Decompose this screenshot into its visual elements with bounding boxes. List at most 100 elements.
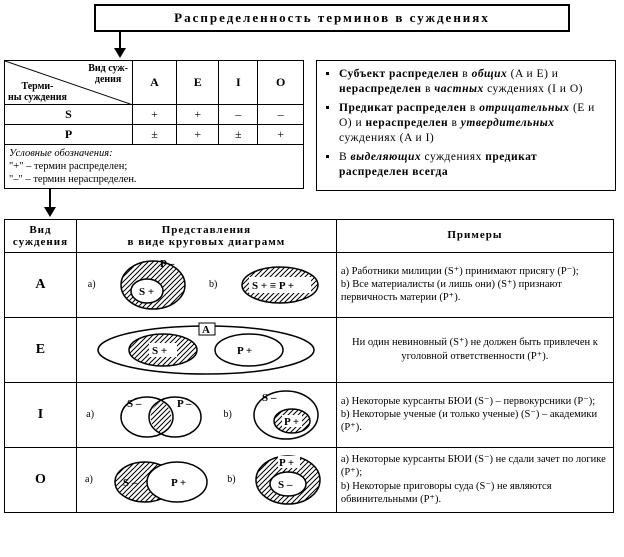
label-a: a)	[85, 474, 93, 485]
legend-minus: "–" – термин нераспределен.	[9, 174, 137, 185]
cell-S-O: –	[258, 105, 304, 125]
rule-1-t4: суждениях (I и O)	[484, 83, 583, 95]
rule-2-b1: Предикат распределен	[339, 102, 467, 114]
rule-2-t4: суждениях (A и I)	[339, 132, 434, 144]
rule-1-t1: в	[459, 68, 472, 80]
rule-1-t2: (A и E) и	[507, 68, 558, 80]
rule-3-bi1: выделяющих	[351, 151, 422, 163]
cell-P-E: +	[177, 125, 219, 145]
venn-I-b-icon: P + S –	[246, 387, 326, 443]
euler-type-O: O	[5, 447, 77, 512]
euler-type-E: E	[5, 317, 77, 382]
svg-text:S –: S –	[127, 398, 142, 410]
rules-box: Субъект распределен в общих (A и E) и не…	[316, 60, 616, 191]
diag-header: Вид суж-дения Терми-ны суждения	[5, 61, 133, 105]
rule-1-bi2: частных	[434, 83, 483, 95]
row-P: P ± + ± +	[5, 125, 304, 145]
euler-row-I: I a) S – P – b) P + S –	[5, 382, 614, 447]
svg-text:P –: P –	[160, 258, 175, 270]
euler-type-I: I	[5, 382, 77, 447]
svg-text:S +: S +	[139, 286, 154, 298]
svg-text:S –: S –	[262, 392, 277, 404]
euler-h3: Примеры	[336, 219, 613, 252]
euler-row-E: E S + P + A Ни один невиновный (S⁺) не д…	[5, 317, 614, 382]
rule-3: В выделяющих суждениях предикат распреде…	[339, 150, 607, 180]
ex-I-b: b) Некоторые ученые (и только ученые) (S…	[341, 408, 609, 434]
svg-text:P +: P +	[237, 345, 252, 357]
svg-text:S + ≡ P +: S + ≡ P +	[252, 280, 294, 292]
svg-text:S –: S –	[123, 477, 138, 489]
ex-E: Ни один невиновный (S⁺) не должен быть п…	[341, 336, 609, 362]
euler-table: Видсуждения Представленияв виде круговых…	[4, 219, 614, 513]
distribution-block: Вид суж-дения Терми-ны суждения A E I O …	[4, 60, 304, 189]
arrow-title-to-table	[109, 32, 620, 60]
label-b: b)	[223, 409, 231, 420]
svg-text:P +: P +	[284, 416, 299, 428]
legend-plus: "+" – термин распределен;	[9, 161, 127, 172]
venn-O-b-icon: S – P +	[248, 452, 328, 508]
cell-S-A: +	[133, 105, 177, 125]
legend-box: Условные обозначения: "+" – термин распр…	[4, 145, 304, 189]
label-b: b)	[227, 474, 235, 485]
venn-E-icon: S + P + A	[91, 322, 321, 378]
diag-top-label: Вид суж-дения	[88, 63, 128, 85]
rule-3-t1: В	[339, 151, 351, 163]
row-label-S: S	[5, 105, 133, 125]
euler-row-O: O a) S – P + b) S – P +	[5, 447, 614, 512]
euler-h1: Видсуждения	[5, 219, 77, 252]
svg-text:P +: P +	[279, 457, 294, 469]
page-title: Распределенность терминов в суждениях	[94, 4, 570, 32]
row-label-P: P	[5, 125, 133, 145]
svg-text:P +: P +	[171, 477, 186, 489]
label-b: b)	[209, 279, 217, 290]
svg-text:S –: S –	[278, 479, 293, 491]
rule-1-b2: нераспределен	[339, 83, 422, 95]
venn-A-b-icon: S + ≡ P +	[235, 257, 325, 313]
cell-S-I: –	[219, 105, 258, 125]
col-E: E	[177, 61, 219, 105]
venn-O-a-icon: S – P +	[105, 452, 215, 508]
diag-bot-label: Терми-ны суждения	[8, 81, 67, 103]
venn-I-a-icon: S – P –	[109, 387, 209, 443]
venn-A-a-icon: P – S +	[113, 257, 191, 313]
distribution-table: Вид суж-дения Терми-ны суждения A E I O …	[4, 60, 304, 145]
ex-I-a: a) Некоторые курсанты БЮИ (S⁻) – первоку…	[341, 395, 609, 408]
rule-2: Предикат распределен в отрицательных (E …	[339, 101, 607, 146]
euler-ex-E: Ни один невиновный (S⁺) не должен быть п…	[336, 317, 613, 382]
ex-A-a: a) Работники милиции (S⁺) принимают прис…	[341, 265, 609, 278]
euler-type-A: A	[5, 252, 77, 317]
cell-P-O: +	[258, 125, 304, 145]
euler-diag-E: S + P + A	[76, 317, 336, 382]
rule-2-bi1: отрицательных	[479, 102, 569, 114]
euler-diag-I: a) S – P – b) P + S –	[76, 382, 336, 447]
label-a: a)	[88, 279, 96, 290]
euler-h2: Представленияв виде круговых диаграмм	[76, 219, 336, 252]
cell-P-A: ±	[133, 125, 177, 145]
euler-diag-O: a) S – P + b) S – P +	[76, 447, 336, 512]
rule-3-t2: суждениях	[421, 151, 485, 163]
col-O: O	[258, 61, 304, 105]
svg-text:P –: P –	[177, 398, 192, 410]
rule-1-t3: в	[422, 83, 435, 95]
ex-O-b: b) Некоторые приговоры суда (S⁻) не явля…	[341, 480, 609, 506]
euler-ex-I: a) Некоторые курсанты БЮИ (S⁻) – первоку…	[336, 382, 613, 447]
col-I: I	[219, 61, 258, 105]
rule-2-bi2: утвердительных	[461, 117, 555, 129]
col-A: A	[133, 61, 177, 105]
rule-1-bi1: общих	[472, 68, 508, 80]
euler-diag-A: a) P – S + b) S + ≡ P +	[76, 252, 336, 317]
euler-ex-O: a) Некоторые курсанты БЮИ (S⁻) не сдали …	[336, 447, 613, 512]
arrow-table-to-euler	[39, 189, 620, 219]
row-S: S + + – –	[5, 105, 304, 125]
rule-2-t3: в	[448, 117, 461, 129]
svg-text:A: A	[202, 324, 210, 336]
rule-1: Субъект распределен в общих (A и E) и не…	[339, 67, 607, 97]
rule-1-b1: Субъект распределен	[339, 68, 459, 80]
cell-S-E: +	[177, 105, 219, 125]
ex-O-a: a) Некоторые курсанты БЮИ (S⁻) не сдали …	[341, 453, 609, 479]
ex-A-b: b) Все материалисты (и лишь они) (S⁺) пр…	[341, 278, 609, 304]
rule-2-t1: в	[467, 102, 480, 114]
euler-row-A: A a) P – S + b) S + ≡ P + a)	[5, 252, 614, 317]
svg-text:S +: S +	[152, 345, 167, 357]
legend-heading: Условные обозначения:	[9, 148, 113, 159]
